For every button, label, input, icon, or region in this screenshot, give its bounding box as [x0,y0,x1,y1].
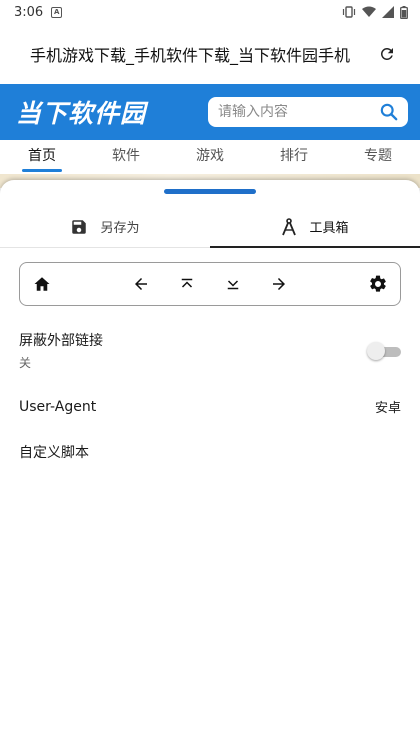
toolbar-nav-group [129,272,291,296]
setting-user-agent[interactable]: User-Agent 安卓 [19,397,401,417]
scroll-bottom-icon [227,280,239,290]
toggle-thumb [367,341,385,360]
save-icon [72,219,87,234]
nav-item-home[interactable]: 首页 [0,140,84,174]
status-bar: 3:06 A [0,0,420,24]
setting-user-agent-value: 安卓 [374,401,401,416]
nav-item-ranking[interactable]: 排行 [252,140,336,174]
drag-handle[interactable] [164,189,256,194]
setting-block-links-state: 关 [19,356,32,370]
bottom-sheet: 另存为 工具箱 屏蔽外部链接 关 User-Agent 安卓 自定义脚本 [0,180,420,746]
reload-button[interactable] [372,39,402,69]
site-header: 当下软件园 [0,84,420,140]
setting-block-links-label: 屏蔽外部链接 [19,333,103,349]
reload-icon [380,47,393,60]
tab-toolbox-label: 工具箱 [309,221,349,236]
scroll-bottom-button[interactable] [221,272,245,296]
setting-block-links-text: 屏蔽外部链接 关 [19,330,103,371]
status-icons [342,5,408,19]
tab-toolbox[interactable]: 工具箱 [210,206,420,248]
site-nav: 首页 软件 游戏 排行 专题 [0,140,420,174]
site-logo[interactable]: 当下软件园 [16,94,146,130]
wifi-icon [362,6,376,17]
gear-icon [370,275,386,292]
signal-icon [382,6,394,18]
site-search-input[interactable] [218,104,368,120]
forward-button[interactable] [267,272,291,296]
arrow-right-icon [273,278,285,290]
scroll-top-button[interactable] [175,272,199,296]
setting-custom-script-label: 自定义脚本 [19,445,89,461]
arrow-left-icon [135,278,147,290]
vibrate-icon [342,6,356,18]
tab-save-as[interactable]: 另存为 [0,206,210,247]
nav-item-software[interactable]: 软件 [84,140,168,174]
setting-custom-script[interactable]: 自定义脚本 [19,442,401,462]
nav-item-games[interactable]: 游戏 [168,140,252,174]
tab-save-as-label: 另存为 [100,221,140,236]
compass-icon [282,217,297,235]
site-search-box[interactable] [208,97,408,127]
block-links-toggle[interactable] [367,341,401,360]
browser-toolbar [19,262,401,306]
page-title[interactable]: 手机游戏下载_手机软件下载_当下软件园手机 [30,42,352,66]
address-bar: 手机游戏下载_手机软件下载_当下软件园手机 [0,24,420,84]
scroll-top-icon [181,278,193,288]
sheet-tabs: 另存为 工具箱 [0,206,420,248]
notification-icon: A [51,6,63,18]
nav-item-topics[interactable]: 专题 [336,140,420,174]
battery-icon [400,5,408,19]
setting-user-agent-label: User-Agent [19,398,97,415]
status-time: 3:06 [14,4,44,20]
setting-block-external-links[interactable]: 屏蔽外部链接 关 [19,330,401,371]
back-button[interactable] [129,272,153,296]
home-button[interactable] [30,272,54,296]
search-icon[interactable] [380,103,398,121]
home-icon [34,277,50,291]
settings-button[interactable] [366,272,390,296]
